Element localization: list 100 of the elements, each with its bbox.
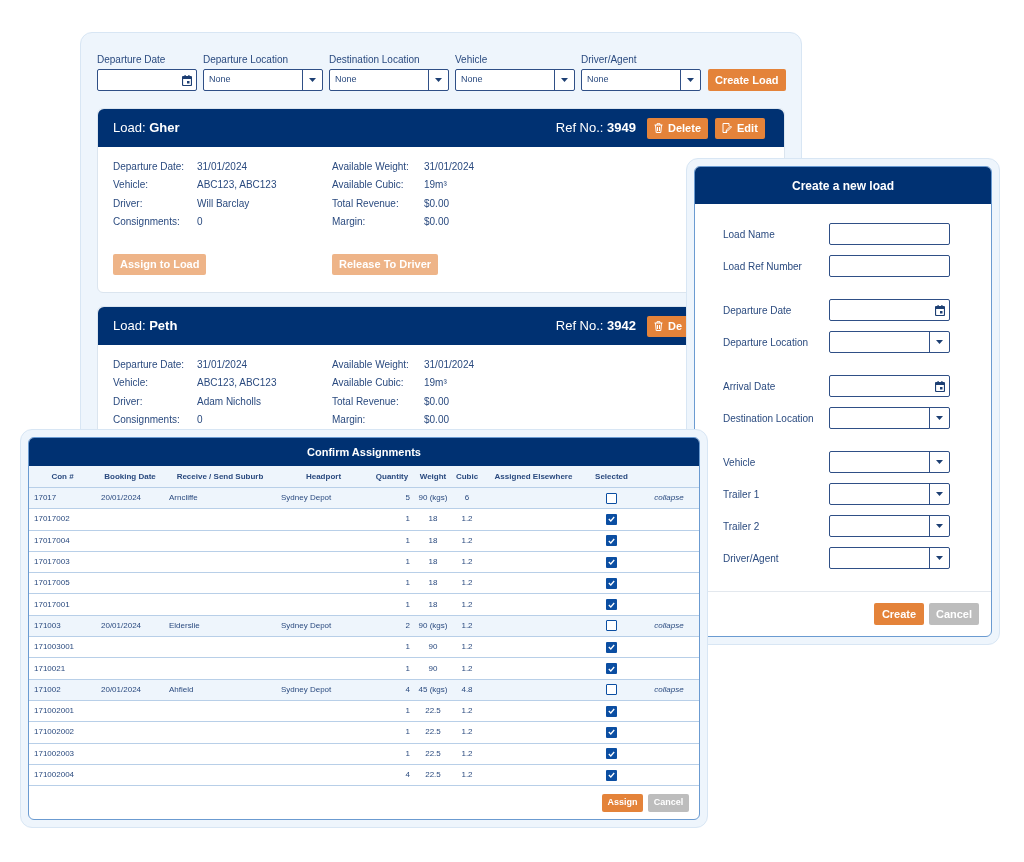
column-header: Selected — [594, 470, 629, 483]
date-field[interactable] — [829, 375, 950, 397]
check-icon — [608, 729, 615, 736]
column-header: Weight — [418, 470, 448, 483]
caret-icon — [687, 78, 694, 82]
ref-number: Ref No.: 3949 — [555, 119, 636, 138]
table-cell: 20/01/2024 — [101, 684, 142, 694]
table-cell: 1 — [405, 706, 410, 716]
table-cell: 171003 — [34, 620, 61, 630]
table-cell: 1.2 — [461, 727, 473, 737]
table-cell: 90 — [428, 642, 438, 652]
dropdown[interactable]: None — [581, 69, 701, 91]
create-load-button[interactable]: Create Load — [708, 69, 786, 91]
detail-label: Available Cubic: — [332, 178, 405, 193]
caret-icon — [936, 460, 943, 464]
dropdown[interactable]: None — [455, 69, 575, 91]
checkbox[interactable] — [606, 726, 617, 738]
detail-value: ABC123, ABC123 — [197, 178, 278, 193]
dropdown[interactable] — [829, 451, 950, 473]
dropdown[interactable] — [829, 483, 950, 505]
field-label: Departure Location — [723, 335, 810, 350]
table-cell: 1 — [405, 599, 410, 609]
table-cell: 18 — [428, 578, 438, 588]
detail-label: Consignments: — [113, 214, 181, 229]
table-cell: 1.2 — [461, 620, 473, 630]
edit-button[interactable]: Edit — [715, 117, 765, 139]
detail-label: Departure Date: — [113, 160, 186, 174]
check-icon — [608, 665, 615, 672]
detail-label: Total Revenue: — [332, 394, 400, 409]
detail-label: Available Weight: — [332, 160, 410, 174]
table-cell: 1 — [405, 557, 410, 567]
caret-icon — [936, 556, 943, 560]
detail-value: $0.00 — [424, 394, 451, 409]
checkbox[interactable] — [606, 620, 617, 632]
table-cell: 90 (kgs) — [418, 620, 448, 630]
caret-icon — [936, 524, 943, 528]
text-field[interactable] — [829, 255, 950, 277]
column-header: Quantity — [374, 470, 410, 483]
dropdown[interactable] — [829, 515, 950, 537]
table-cell: 18 — [428, 557, 438, 567]
table-cell: 4.8 — [461, 684, 473, 694]
table-cell: 171003001 — [34, 642, 75, 652]
checkbox[interactable] — [606, 663, 617, 674]
dropdown[interactable] — [829, 331, 950, 353]
table-cell: 17017005 — [34, 578, 70, 588]
collapse-link[interactable]: collapse — [654, 493, 684, 503]
dropdown[interactable]: None — [203, 69, 323, 91]
table-cell: Sydney Depot — [281, 684, 332, 694]
checkbox[interactable] — [606, 599, 617, 611]
checkbox[interactable] — [606, 705, 617, 717]
dropdown[interactable] — [829, 547, 950, 569]
checkbox[interactable] — [606, 513, 617, 525]
table-cell: 4 — [405, 770, 410, 779]
caret-icon — [936, 416, 943, 420]
checkbox[interactable] — [606, 684, 617, 696]
assign-button[interactable]: Assign — [602, 794, 643, 813]
checkbox[interactable] — [606, 577, 617, 589]
check-icon — [608, 580, 615, 587]
table-cell: 20/01/2024 — [101, 493, 142, 503]
table-cell: 22.5 — [425, 748, 441, 758]
collapse-link[interactable]: collapse — [654, 684, 684, 694]
dropdown[interactable]: None — [329, 69, 449, 91]
create-button[interactable]: Create — [874, 603, 924, 625]
detail-value: $0.00 — [424, 413, 451, 428]
table-cell: 18 — [428, 514, 438, 524]
delete-button[interactable]: Delete — [647, 117, 709, 139]
ref-number: Ref No.: 3942 — [555, 317, 636, 336]
field-label: Load Ref Number — [723, 259, 803, 274]
table-cell: 1 — [405, 642, 410, 652]
table-cell: Elderslie — [169, 620, 200, 630]
text-field[interactable] — [829, 223, 950, 245]
table-cell: 1.2 — [461, 770, 473, 779]
field-label: Vehicle — [455, 53, 489, 67]
checkbox[interactable] — [606, 641, 617, 653]
date-field[interactable] — [97, 69, 197, 91]
load-title: Load: Gher — [113, 119, 181, 138]
date-field[interactable] — [829, 299, 950, 321]
checkbox[interactable] — [606, 492, 617, 504]
dropdown[interactable] — [829, 407, 950, 429]
calendar-icon — [935, 304, 945, 316]
detail-label: Margin: — [332, 214, 367, 229]
detail-value: $0.00 — [424, 214, 451, 229]
checkbox[interactable] — [606, 556, 617, 568]
table-cell: Arncliffe — [169, 493, 198, 503]
checkbox[interactable] — [606, 748, 617, 760]
detail-value: Adam Nicholls — [197, 394, 262, 409]
checkbox[interactable] — [606, 769, 617, 781]
field-label: Departure Date — [97, 53, 167, 67]
column-header: Booking Date — [103, 470, 157, 483]
table-cell: 1.2 — [461, 599, 473, 609]
detail-label: Available Cubic: — [332, 376, 405, 391]
table-cell: 171002 — [34, 684, 61, 694]
column-header: Headport — [304, 470, 343, 483]
table-cell: 5 — [405, 493, 410, 503]
caret-icon — [936, 340, 943, 344]
table-cell: 1.2 — [461, 557, 473, 567]
collapse-link[interactable]: collapse — [654, 620, 684, 630]
checkbox[interactable] — [606, 535, 617, 547]
detail-value: 0 — [197, 214, 204, 229]
field-label: Destination Location — [329, 53, 421, 67]
